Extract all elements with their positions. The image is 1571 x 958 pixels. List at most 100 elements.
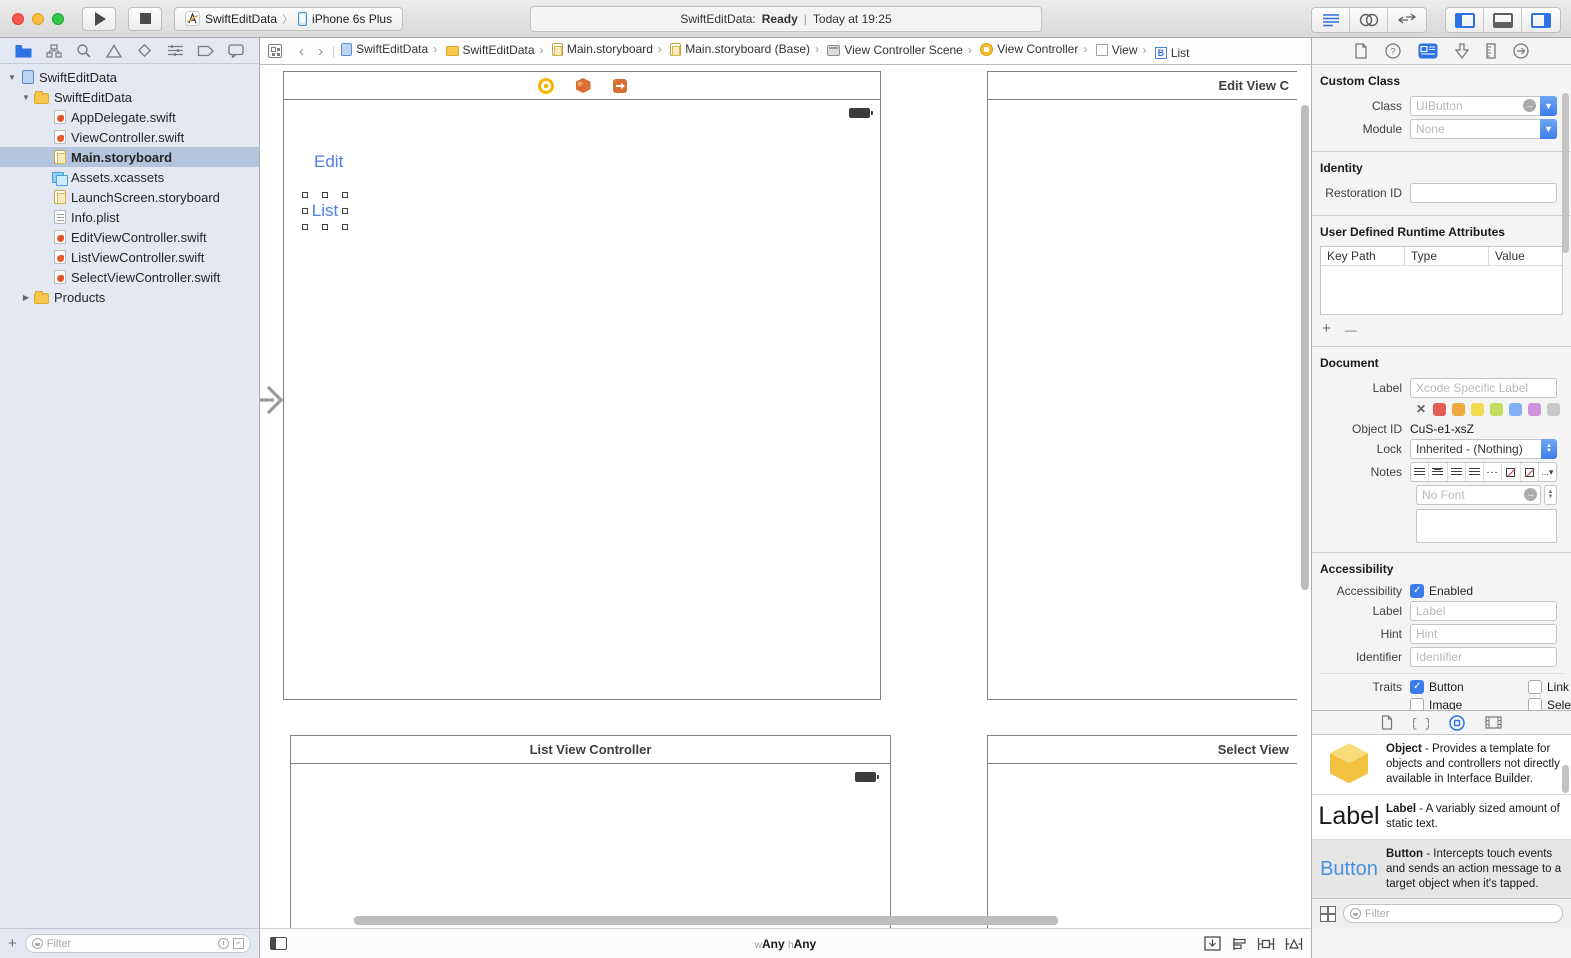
resize-handle[interactable] — [322, 224, 328, 230]
find-navigator-tab[interactable] — [73, 41, 95, 61]
file-tree-row[interactable]: ListViewController.swift — [0, 247, 259, 267]
issue-navigator-tab[interactable] — [103, 41, 125, 61]
edit-uibutton[interactable]: Edit — [314, 152, 343, 172]
align-center-button[interactable] — [1429, 463, 1447, 481]
jumpbar-crumb[interactable]: SwiftEditData — [341, 42, 442, 56]
resize-handle[interactable] — [302, 192, 308, 198]
jumpbar-crumb[interactable]: Main.storyboard (Base) — [670, 42, 824, 56]
color-swatch[interactable] — [1490, 403, 1503, 416]
toggle-navigator-button[interactable] — [1446, 8, 1484, 32]
color-swatch[interactable] — [1471, 403, 1484, 416]
library-filter-field[interactable]: Filter — [1343, 904, 1563, 923]
class-field[interactable] — [1410, 96, 1540, 116]
report-navigator-tab[interactable] — [225, 41, 247, 61]
resize-handle[interactable] — [342, 192, 348, 198]
checkbox-icon[interactable] — [1528, 698, 1542, 710]
color-swatch[interactable] — [1433, 403, 1446, 416]
resize-handle[interactable] — [322, 192, 328, 198]
media-library-tab[interactable] — [1485, 716, 1502, 729]
library-item[interactable]: Button Button - Intercepts touch events … — [1312, 840, 1571, 898]
list-scene-header[interactable]: List View Controller — [291, 736, 890, 764]
align-button[interactable] — [1231, 937, 1247, 951]
file-tree-row[interactable]: EditViewController.swift — [0, 227, 259, 247]
file-tree-row[interactable]: SelectViewController.swift — [0, 267, 259, 287]
file-tree-row[interactable]: Assets.xcassets — [0, 167, 259, 187]
run-button[interactable] — [82, 7, 116, 31]
runtime-attributes-table[interactable]: Key Path Type Value — [1320, 246, 1563, 315]
zoom-window-button[interactable] — [52, 13, 64, 25]
resize-handle[interactable] — [342, 224, 348, 230]
color-swatch[interactable] — [1509, 403, 1522, 416]
checkbox-icon[interactable] — [1410, 698, 1424, 710]
jumpbar-crumb[interactable]: Main.storyboard — [552, 42, 667, 56]
recent-files-icon[interactable] — [218, 938, 229, 949]
horizontal-scrollbar[interactable] — [354, 916, 1058, 925]
assistant-editor-button[interactable] — [1350, 8, 1388, 32]
version-editor-button[interactable] — [1388, 8, 1426, 32]
restoration-id-field[interactable] — [1410, 183, 1557, 203]
jumpbar-crumb[interactable]: List — [1155, 46, 1190, 60]
color-swatch[interactable] — [1452, 403, 1465, 416]
acc-hint-field[interactable] — [1410, 624, 1557, 644]
project-navigator-tab[interactable] — [12, 41, 34, 61]
code-snippet-library-tab[interactable]: { } — [1413, 716, 1429, 730]
jumpbar-crumb[interactable]: View — [1096, 43, 1152, 57]
toggle-utilities-button[interactable] — [1522, 8, 1560, 32]
file-inspector-tab[interactable] — [1354, 43, 1368, 59]
module-dropdown-button[interactable]: ▼ — [1540, 119, 1557, 139]
list-view[interactable] — [291, 764, 890, 928]
library-scrollbar[interactable] — [1562, 765, 1569, 793]
align-right-button[interactable] — [1448, 463, 1466, 481]
align-justify-button[interactable] — [1466, 463, 1484, 481]
disclosure-triangle-icon[interactable] — [6, 72, 18, 82]
module-field[interactable] — [1410, 119, 1540, 139]
disclosure-triangle-icon[interactable] — [20, 292, 32, 302]
resize-handle[interactable] — [342, 208, 348, 214]
checkbox-icon[interactable] — [1410, 680, 1424, 694]
remove-attribute-button[interactable]: — — [1345, 320, 1357, 337]
breakpoint-navigator-tab[interactable] — [194, 41, 216, 61]
jumpbar-crumb[interactable]: View Controller — [980, 42, 1092, 56]
notes-text-area[interactable] — [1416, 509, 1557, 543]
acc-identifier-field[interactable] — [1410, 647, 1557, 667]
vertical-scrollbar[interactable] — [1301, 105, 1309, 590]
size-inspector-tab[interactable] — [1486, 43, 1496, 59]
source-control-filter-icon[interactable]: ⌖ — [233, 938, 244, 949]
list-uibutton-selected[interactable]: List — [302, 192, 348, 230]
font-stepper[interactable]: ▲▼ — [1544, 485, 1557, 505]
trait-checkbox-row[interactable]: Button — [1410, 678, 1528, 696]
attributes-inspector-tab[interactable] — [1455, 43, 1469, 59]
storyboard-canvas[interactable]: Edit List Ed — [260, 65, 1311, 928]
more-formats-button[interactable]: ...▾ — [1539, 463, 1556, 481]
file-tree-row[interactable]: Products — [0, 287, 259, 307]
edit-scene-header[interactable]: Edit View C — [988, 72, 1297, 100]
stop-button[interactable] — [128, 7, 162, 31]
quick-help-tab[interactable]: ? — [1385, 43, 1401, 59]
add-attribute-button[interactable]: + — [1322, 320, 1331, 337]
jumpbar-crumb[interactable]: View Controller Scene — [827, 43, 977, 57]
file-tree-row[interactable]: LaunchScreen.storyboard — [0, 187, 259, 207]
checkbox-icon[interactable] — [1528, 680, 1542, 694]
pin-button[interactable] — [1257, 937, 1275, 951]
file-tree-row[interactable]: ViewController.swift — [0, 127, 259, 147]
align-left-button[interactable] — [1411, 463, 1429, 481]
class-jump-arrow-icon[interactable]: → — [1523, 99, 1536, 112]
font-field[interactable] — [1416, 485, 1541, 505]
forward-button[interactable]: › — [318, 43, 323, 60]
jumpbar-crumb[interactable]: SwiftEditData — [446, 43, 549, 57]
select-view-controller-scene[interactable]: Select View — [987, 735, 1297, 928]
accessibility-enabled-checkbox[interactable] — [1410, 584, 1424, 598]
file-tree-row[interactable]: SwiftEditData — [0, 87, 259, 107]
initial-view-controller-arrow[interactable] — [260, 383, 284, 417]
scheme-selector[interactable]: SwiftEditData 〉 iPhone 6s Plus — [174, 7, 403, 31]
resize-handle[interactable] — [302, 224, 308, 230]
embed-in-stack-button[interactable] — [1204, 936, 1221, 951]
lock-stepper-icon[interactable]: ▲▼ — [1541, 439, 1557, 459]
trait-checkbox-row[interactable]: Selected — [1528, 696, 1571, 710]
file-template-library-tab[interactable] — [1381, 715, 1393, 730]
view-controller-view[interactable]: Edit List — [284, 100, 880, 700]
identity-inspector-tab-selected[interactable] — [1418, 43, 1438, 59]
color-swatch[interactable] — [1528, 403, 1541, 416]
first-responder-icon[interactable] — [576, 78, 591, 93]
library-item[interactable]: Label Label - A variably sized amount of… — [1312, 795, 1571, 840]
